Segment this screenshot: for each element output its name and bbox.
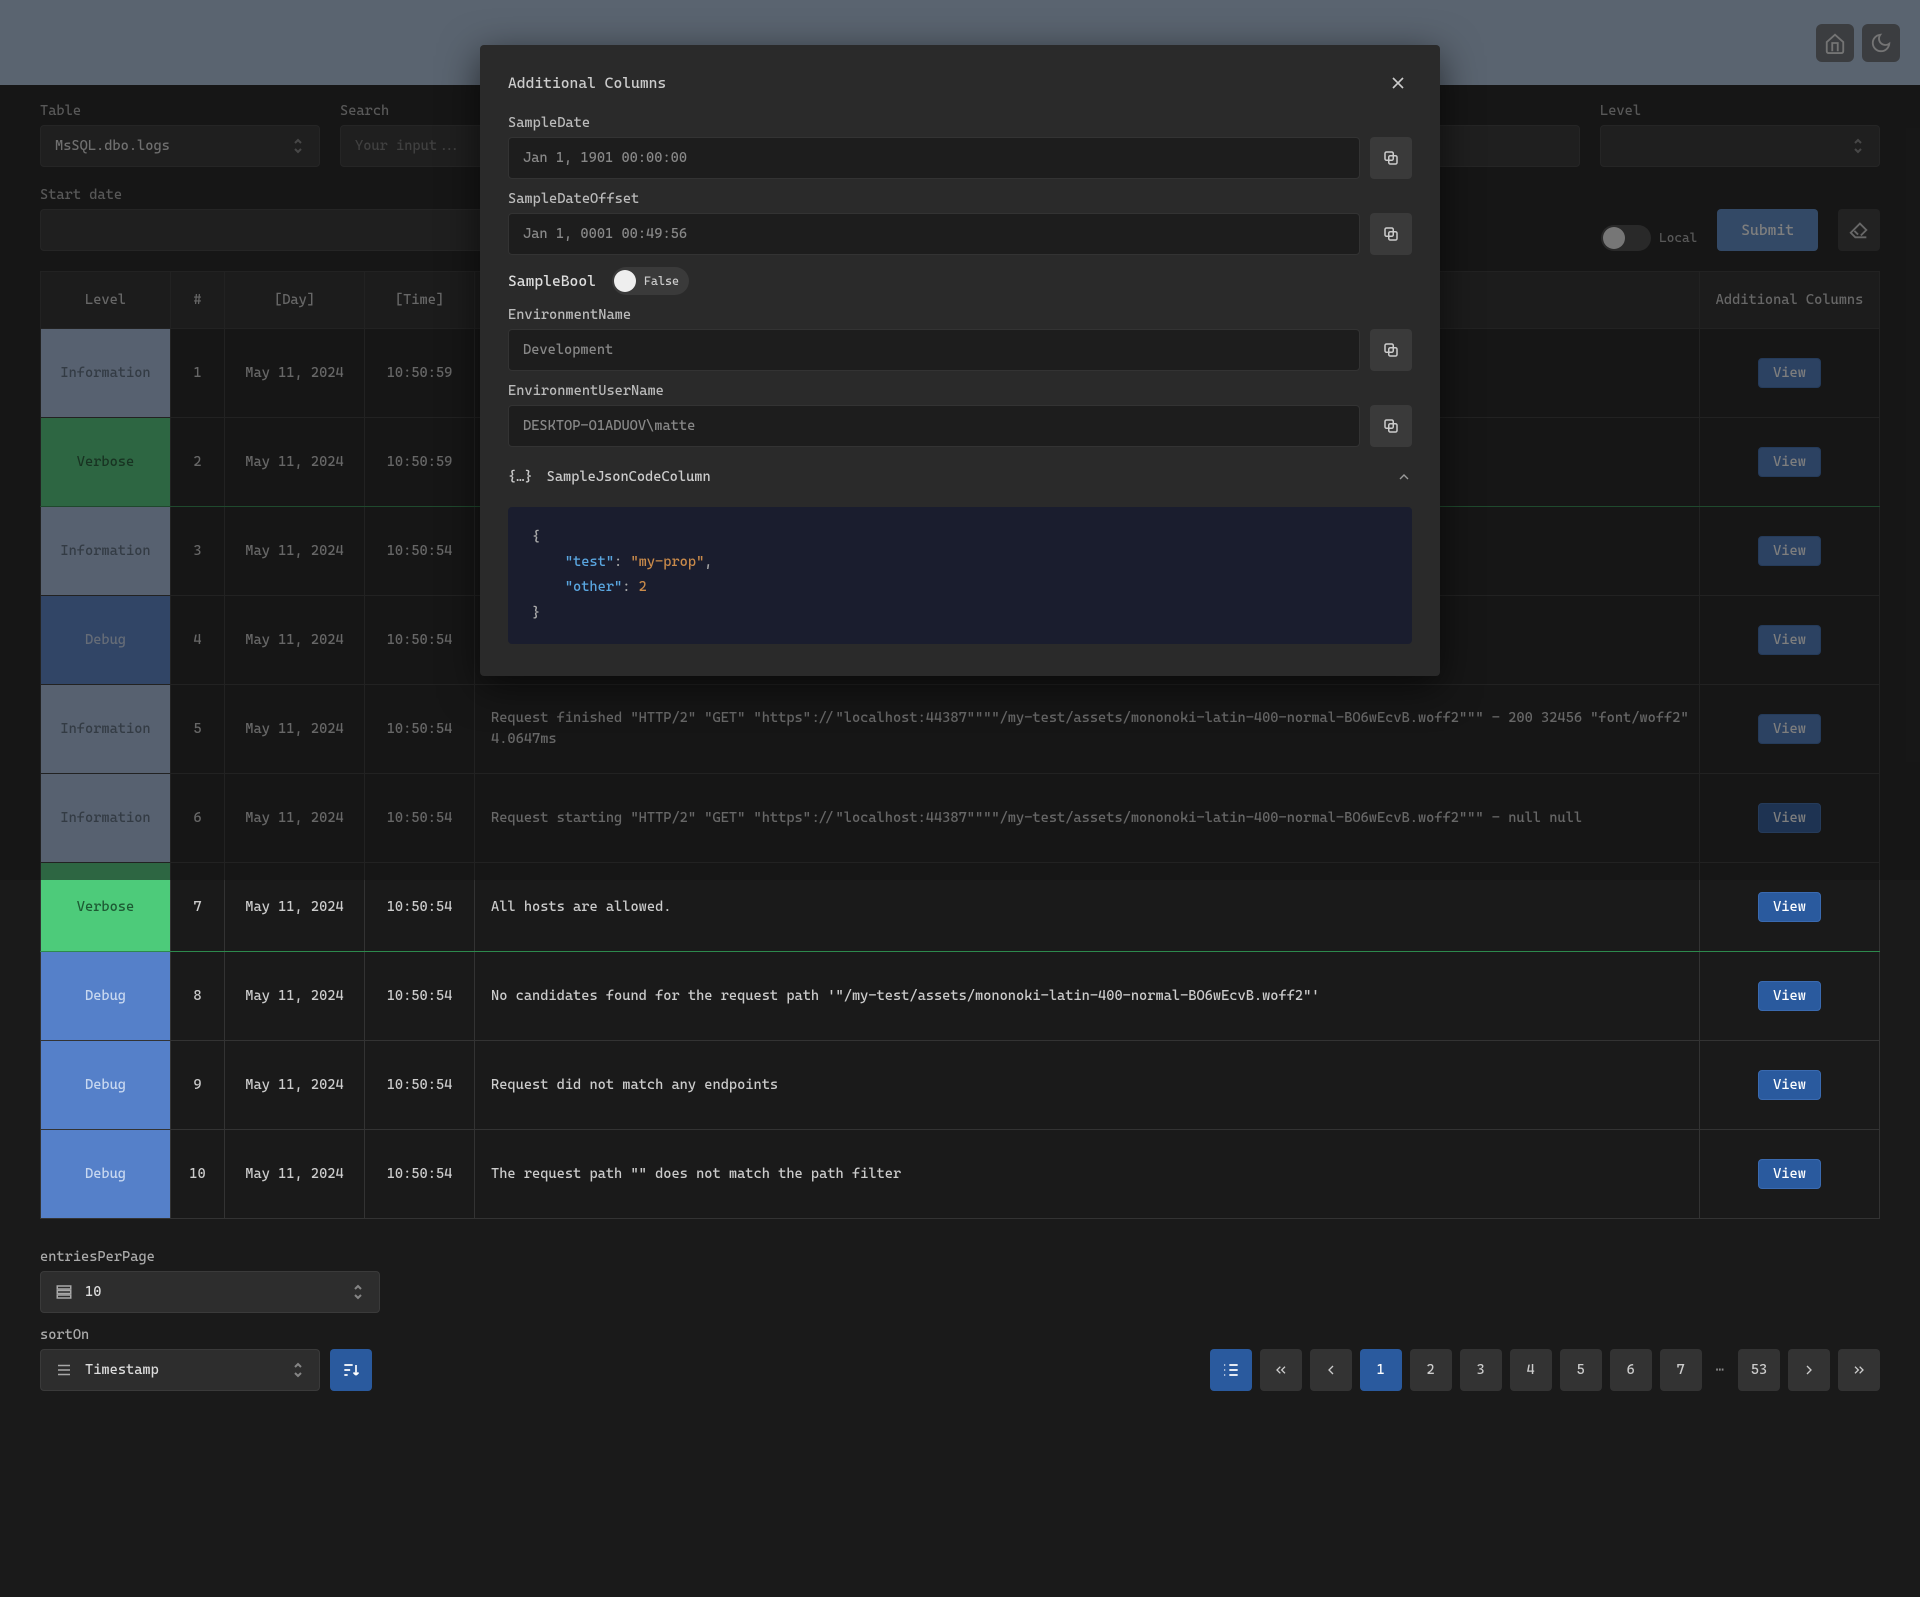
- view-button[interactable]: View: [1758, 1070, 1821, 1100]
- level-cell: Debug: [41, 1130, 171, 1219]
- sampledate-label: SampleDate: [508, 115, 1412, 131]
- view-button[interactable]: View: [1758, 1159, 1821, 1189]
- sort-direction-button[interactable]: [330, 1349, 372, 1391]
- page-last-num-button[interactable]: 53: [1738, 1349, 1780, 1391]
- sampledateoffset-field: SampleDateOffset Jan 1, 0001 00:49:56: [508, 191, 1412, 255]
- row-message: No candidates found for the request path…: [475, 952, 1700, 1041]
- sort-label: sortOn: [40, 1327, 320, 1343]
- row-message: Request did not match any endpoints: [475, 1041, 1700, 1130]
- copy-icon: [1382, 149, 1400, 167]
- page-next-button[interactable]: [1788, 1349, 1830, 1391]
- samplebool-label: SampleBool: [508, 272, 596, 290]
- additional-columns-modal: Additional Columns SampleDate Jan 1, 190…: [480, 45, 1440, 676]
- numbered-list-icon: [1221, 1360, 1241, 1380]
- row-day: May 11, 2024: [225, 1130, 365, 1219]
- chevron-left-icon: [1323, 1362, 1339, 1378]
- envuser-value: DESKTOP-O1ADUOV\matte: [508, 405, 1360, 447]
- sampledateoffset-value: Jan 1, 0001 00:49:56: [508, 213, 1360, 255]
- chevrons-left-icon: [1273, 1362, 1289, 1378]
- close-icon: [1388, 73, 1408, 93]
- entries-select[interactable]: 10: [40, 1271, 380, 1313]
- row-num: 10: [171, 1130, 225, 1219]
- envuser-label: EnvironmentUserName: [508, 383, 1412, 399]
- sort-select[interactable]: Timestamp: [40, 1349, 320, 1391]
- row-actions: View: [1700, 1130, 1880, 1219]
- row-actions: View: [1700, 952, 1880, 1041]
- modal-title: Additional Columns: [508, 74, 666, 92]
- page-button-1[interactable]: 1: [1360, 1349, 1402, 1391]
- row-time: 10:50:54: [365, 1130, 475, 1219]
- envname-value: Development: [508, 329, 1360, 371]
- copy-icon: [1382, 417, 1400, 435]
- footer: entriesPerPage 10 sortOn Timestamp: [0, 1219, 1920, 1421]
- chevrons-right-icon: [1851, 1362, 1867, 1378]
- level-badge: Debug: [41, 952, 170, 1040]
- page-button-2[interactable]: 2: [1410, 1349, 1452, 1391]
- page-list-button[interactable]: [1210, 1349, 1252, 1391]
- envuser-field: EnvironmentUserName DESKTOP-O1ADUOV\matt…: [508, 383, 1412, 447]
- row-time: 10:50:54: [365, 952, 475, 1041]
- row-num: 9: [171, 1041, 225, 1130]
- entries-label: entriesPerPage: [40, 1249, 380, 1265]
- row-day: May 11, 2024: [225, 1041, 365, 1130]
- page-button-4[interactable]: 4: [1510, 1349, 1552, 1391]
- sort-group: sortOn Timestamp: [40, 1327, 320, 1391]
- entries-group: entriesPerPage 10: [40, 1249, 380, 1313]
- json-section-header[interactable]: {…} SampleJsonCodeColumn: [508, 459, 1412, 495]
- sampledate-value: Jan 1, 1901 00:00:00: [508, 137, 1360, 179]
- copy-sampledate-button[interactable]: [1370, 137, 1412, 179]
- samplebool-toggle[interactable]: False: [612, 267, 689, 295]
- sort-desc-icon: [341, 1360, 361, 1380]
- braces-icon: {…}: [508, 469, 533, 485]
- chevron-updown-icon: [291, 1361, 305, 1379]
- envname-field: EnvironmentName Development: [508, 307, 1412, 371]
- page-button-5[interactable]: 5: [1560, 1349, 1602, 1391]
- page-button-6[interactable]: 6: [1610, 1349, 1652, 1391]
- page-button-3[interactable]: 3: [1460, 1349, 1502, 1391]
- samplebool-field: SampleBool False: [508, 267, 1412, 295]
- sort-value: Timestamp: [85, 1362, 159, 1378]
- table-row: Debug8May 11, 202410:50:54No candidates …: [41, 952, 1880, 1041]
- bars-icon: [55, 1361, 73, 1379]
- json-code-block: { "test": "my-prop", "other": 2 }: [508, 507, 1412, 644]
- copy-envname-button[interactable]: [1370, 329, 1412, 371]
- footer-controls: entriesPerPage 10 sortOn Timestamp: [40, 1249, 380, 1391]
- copy-envuser-button[interactable]: [1370, 405, 1412, 447]
- page-prev-button[interactable]: [1310, 1349, 1352, 1391]
- modal-header: Additional Columns: [508, 69, 1412, 97]
- level-badge: Debug: [41, 1041, 170, 1129]
- copy-icon: [1382, 225, 1400, 243]
- copy-icon: [1382, 341, 1400, 359]
- level-badge: Debug: [41, 1130, 170, 1218]
- entries-value: 10: [85, 1284, 101, 1300]
- page-first-button[interactable]: [1260, 1349, 1302, 1391]
- row-day: May 11, 2024: [225, 952, 365, 1041]
- table-row: Debug10May 11, 202410:50:54The request p…: [41, 1130, 1880, 1219]
- sampledate-field: SampleDate Jan 1, 1901 00:00:00: [508, 115, 1412, 179]
- modal-close-button[interactable]: [1384, 69, 1412, 97]
- envname-label: EnvironmentName: [508, 307, 1412, 323]
- page-last-button[interactable]: [1838, 1349, 1880, 1391]
- row-num: 8: [171, 952, 225, 1041]
- row-actions: View: [1700, 1041, 1880, 1130]
- page-button-7[interactable]: 7: [1660, 1349, 1702, 1391]
- sort-row: sortOn Timestamp: [40, 1327, 380, 1391]
- copy-sampledateoffset-button[interactable]: [1370, 213, 1412, 255]
- sampledateoffset-label: SampleDateOffset: [508, 191, 1412, 207]
- list-icon: [55, 1283, 73, 1301]
- samplebool-value: False: [644, 274, 679, 288]
- json-section-label: SampleJsonCodeColumn: [547, 469, 711, 485]
- page-ellipsis: ⋯: [1710, 1362, 1730, 1378]
- level-cell: Debug: [41, 1041, 171, 1130]
- table-row: Debug9May 11, 202410:50:54Request did no…: [41, 1041, 1880, 1130]
- chevron-up-icon: [1396, 469, 1412, 485]
- row-time: 10:50:54: [365, 1041, 475, 1130]
- chevron-right-icon: [1801, 1362, 1817, 1378]
- row-message: The request path "" does not match the p…: [475, 1130, 1700, 1219]
- view-button[interactable]: View: [1758, 981, 1821, 1011]
- view-button[interactable]: View: [1758, 892, 1821, 922]
- level-cell: Debug: [41, 952, 171, 1041]
- chevron-updown-icon: [351, 1283, 365, 1301]
- pagination: 1234567 ⋯ 53: [1210, 1349, 1880, 1391]
